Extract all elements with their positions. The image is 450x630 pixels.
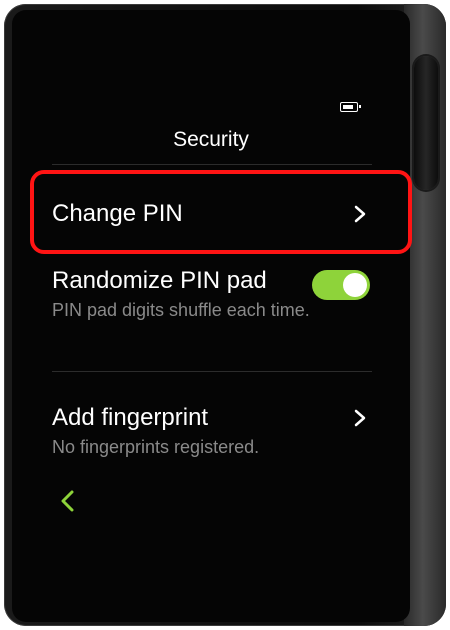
add-fingerprint-row[interactable]: Add fingerprint No fingerprints register… bbox=[52, 403, 372, 459]
randomize-pin-pad-row: Randomize PIN pad PIN pad digits shuffle… bbox=[52, 266, 372, 322]
randomize-pin-pad-description: PIN pad digits shuffle each time. bbox=[52, 300, 310, 320]
device-frame: Security Change PIN Randomize PIN pad PI… bbox=[4, 4, 446, 626]
randomize-pin-pad-toggle[interactable] bbox=[312, 270, 370, 300]
device-side-button[interactable] bbox=[414, 56, 438, 190]
toggle-knob bbox=[343, 273, 367, 297]
header-divider bbox=[52, 164, 372, 165]
chevron-left-icon[interactable] bbox=[58, 488, 78, 514]
page-title: Security bbox=[173, 128, 249, 151]
section-divider bbox=[52, 371, 372, 372]
status-bar bbox=[12, 10, 410, 120]
add-fingerprint-description: No fingerprints registered. bbox=[52, 437, 260, 457]
device-side-rail bbox=[404, 4, 446, 626]
chevron-right-icon bbox=[354, 409, 366, 427]
highlight-box bbox=[30, 170, 412, 254]
screen: Security Change PIN Randomize PIN pad PI… bbox=[12, 10, 410, 622]
add-fingerprint-label: Add fingerprint bbox=[52, 404, 209, 431]
battery-icon bbox=[340, 102, 361, 112]
